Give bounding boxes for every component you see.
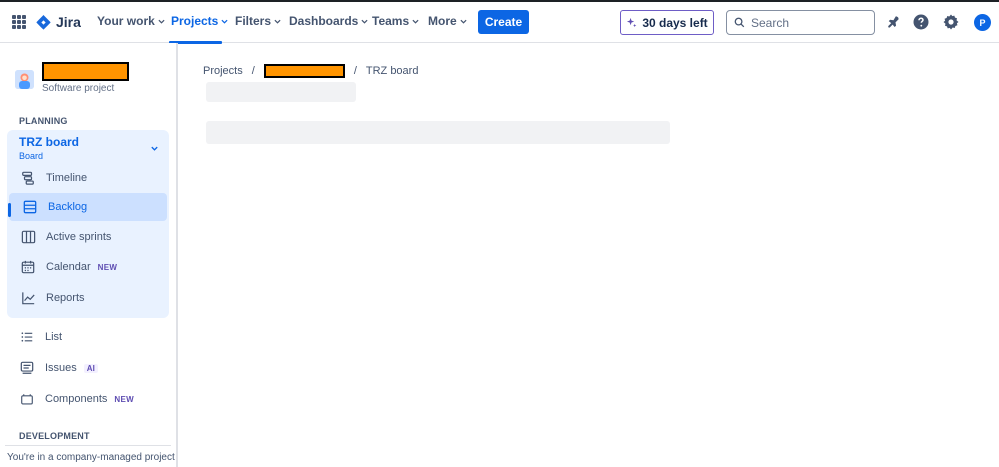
settings-gear-icon[interactable] [942, 13, 960, 31]
trial-label: 30 days left [642, 15, 708, 30]
app-switcher-icon[interactable] [12, 15, 26, 29]
sidebar-item-label: List [45, 331, 63, 343]
breadcrumb-current[interactable]: TRZ board [366, 65, 419, 77]
development-section-title: DEVELOPMENT [19, 431, 90, 441]
project-avatar-icon [15, 70, 34, 89]
nav-more[interactable]: More [428, 14, 467, 28]
chevron-down-icon [361, 19, 368, 24]
search-box[interactable] [726, 10, 875, 35]
planning-section-title: PLANNING [19, 116, 68, 126]
nav-projects-label: Projects [171, 14, 219, 28]
user-avatar[interactable]: P [974, 14, 991, 31]
create-button[interactable]: Create [478, 10, 529, 34]
sidebar-item-active-sprints[interactable]: Active sprints [7, 223, 167, 251]
chevron-down-icon [460, 19, 467, 24]
title-skeleton [206, 82, 356, 102]
calendar-icon [20, 259, 36, 275]
notifications-icon[interactable] [883, 13, 901, 31]
sidebar-item-reports[interactable]: Reports [7, 284, 167, 312]
breadcrumb: Projects / / TRZ board [203, 64, 418, 78]
ai-badge: AI [83, 363, 98, 373]
footer-divider [5, 445, 171, 446]
backlog-icon [22, 199, 38, 215]
sidebar-item-label: Calendar [46, 261, 91, 273]
nav-teams-label: Teams [372, 14, 410, 28]
help-icon[interactable] [912, 13, 930, 31]
list-icon [19, 329, 35, 345]
new-badge: NEW [97, 262, 118, 272]
app-name: Jira [56, 14, 81, 30]
sidebar-item-list[interactable]: List [0, 324, 170, 350]
sidebar-item-components[interactable]: Components NEW [0, 386, 170, 412]
sidebar: Software project PLANNING TRZ board Boar… [0, 43, 178, 467]
sidebar-item-label: Components [45, 393, 108, 405]
nav-your-work-label: Your work [97, 14, 155, 28]
nav-filters[interactable]: Filters [235, 14, 281, 28]
sidebar-item-backlog[interactable]: Backlog [9, 193, 167, 221]
sparkle-icon [627, 17, 637, 28]
chevron-down-icon [158, 19, 165, 24]
sidebar-item-calendar[interactable]: Calendar NEW [7, 253, 167, 281]
sidebar-item-label: Timeline [46, 172, 88, 184]
search-input[interactable] [751, 15, 861, 30]
jira-logo-icon [36, 14, 51, 30]
chevron-down-icon[interactable] [150, 144, 159, 153]
active-sprints-icon [20, 229, 36, 245]
nav-dashboards[interactable]: Dashboards [289, 14, 368, 28]
board-subtitle: Board [19, 151, 44, 161]
nav-your-work[interactable]: Your work [97, 14, 165, 28]
project-type: Software project [42, 83, 115, 94]
sidebar-item-label: Active sprints [46, 231, 112, 243]
chevron-down-icon [412, 19, 419, 24]
sidebar-item-timeline[interactable]: Timeline [7, 164, 167, 192]
sidebar-item-label: Issues [45, 362, 77, 374]
selected-item-indicator [8, 203, 11, 217]
project-name-redacted [42, 62, 129, 81]
search-icon [734, 17, 745, 28]
chevron-down-icon [274, 19, 281, 24]
project-management-note[interactable]: You're in a company-managed project [7, 452, 175, 463]
breadcrumb-projects[interactable]: Projects [203, 65, 243, 77]
breadcrumb-project-redacted[interactable] [263, 64, 345, 78]
top-navigation: Jira Your work Projects Filters Dashboar… [0, 2, 999, 44]
board-title[interactable]: TRZ board [19, 135, 79, 149]
issues-icon [19, 360, 35, 376]
breadcrumb-separator: / [353, 65, 357, 77]
board-group: TRZ board Board Timeline Backlog Active … [7, 130, 169, 318]
trial-button[interactable]: 30 days left [620, 10, 714, 35]
jira-logo[interactable]: Jira [36, 12, 81, 32]
reports-icon [20, 290, 36, 306]
sidebar-item-label: Reports [46, 292, 85, 304]
breadcrumb-separator: / [251, 65, 255, 77]
sidebar-item-label: Backlog [48, 201, 88, 213]
nav-filters-label: Filters [235, 14, 272, 28]
content-skeleton [206, 121, 670, 144]
nav-dashboards-label: Dashboards [289, 14, 359, 28]
sidebar-item-issues[interactable]: Issues AI [0, 355, 170, 381]
components-icon [19, 391, 35, 407]
project-avatar[interactable] [15, 70, 34, 89]
nav-projects[interactable]: Projects [171, 14, 228, 28]
new-badge: NEW [114, 394, 134, 404]
nav-more-label: More [428, 14, 457, 28]
chevron-down-icon [221, 19, 228, 24]
timeline-icon [20, 170, 36, 186]
nav-teams[interactable]: Teams [372, 14, 419, 28]
